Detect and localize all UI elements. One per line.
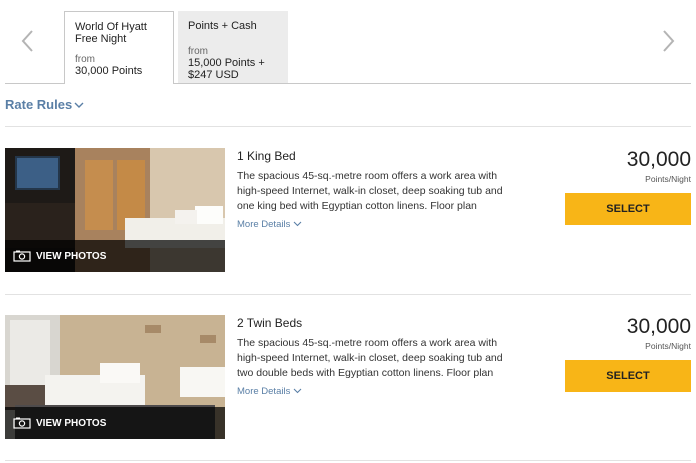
view-photos-label: VIEW PHOTOS (36, 417, 107, 429)
price-value: 30,000 (626, 315, 691, 338)
tab-points-cash[interactable]: Points + Cash from 15,000 Points + $247 … (178, 11, 288, 83)
room-info: 2 Twin Beds The spacious 45-sq.-metre ro… (237, 315, 517, 399)
room-name: 1 King Bed (237, 149, 296, 163)
next-rate-arrow[interactable] (655, 28, 681, 54)
price-value: 30,000 (626, 148, 691, 171)
chevron-down-icon (293, 389, 302, 394)
room-card: VIEW PHOTOS 1 King Bed The spacious 45-s… (5, 148, 691, 272)
section-divider (5, 294, 691, 295)
chevron-down-icon (293, 222, 302, 227)
chevron-right-icon (663, 30, 675, 52)
view-photos-label: VIEW PHOTOS (36, 250, 107, 262)
tab-from-label: from (188, 46, 208, 57)
chevron-down-icon (74, 102, 84, 109)
tab-title: World Of Hyatt Free Night (75, 21, 147, 45)
room-price: 30,000 Points/Night (627, 315, 691, 351)
tab-title: Points + Cash (188, 20, 257, 32)
view-photos-bar[interactable]: VIEW PHOTOS (5, 240, 225, 272)
more-details-label: More Details (237, 219, 291, 230)
room-description: The spacious 45-sq.-metre room offers a … (237, 337, 503, 379)
more-details-label: More Details (237, 386, 291, 397)
price-unit: Points/Night (645, 341, 691, 351)
more-details-link[interactable]: More Details (237, 219, 302, 230)
price-unit: Points/Night (645, 174, 691, 184)
room-name: 2 Twin Beds (237, 316, 303, 330)
room-card: VIEW PHOTOS 2 Twin Beds The spacious 45-… (5, 315, 691, 439)
prev-rate-arrow[interactable] (15, 28, 41, 54)
room-photo[interactable]: VIEW PHOTOS (5, 148, 225, 272)
room-price: 30,000 Points/Night (627, 148, 691, 184)
tab-from-label: from (75, 54, 95, 65)
room-description: The spacious 45-sq.-metre room offers a … (237, 170, 503, 212)
tab-price-value: 30,000 Points (75, 65, 143, 77)
select-button[interactable]: SELECT (565, 360, 691, 392)
select-button[interactable]: SELECT (565, 193, 691, 225)
camera-icon (13, 417, 31, 429)
room-info: 1 King Bed The spacious 45-sq.-metre roo… (237, 148, 517, 232)
tab-free-night[interactable]: World Of Hyatt Free Night from 30,000 Po… (64, 11, 174, 84)
room-photo[interactable]: VIEW PHOTOS (5, 315, 225, 439)
chevron-left-icon (21, 30, 33, 52)
section-divider (5, 460, 691, 461)
rate-rules-toggle[interactable]: Rate Rules (5, 97, 84, 112)
rate-rules-label: Rate Rules (5, 97, 73, 112)
section-divider (5, 126, 691, 127)
more-details-link[interactable]: More Details (237, 386, 302, 397)
view-photos-bar[interactable]: VIEW PHOTOS (5, 407, 225, 439)
camera-icon (13, 250, 31, 262)
tab-price-value: 15,000 Points + $247 USD (188, 57, 265, 81)
